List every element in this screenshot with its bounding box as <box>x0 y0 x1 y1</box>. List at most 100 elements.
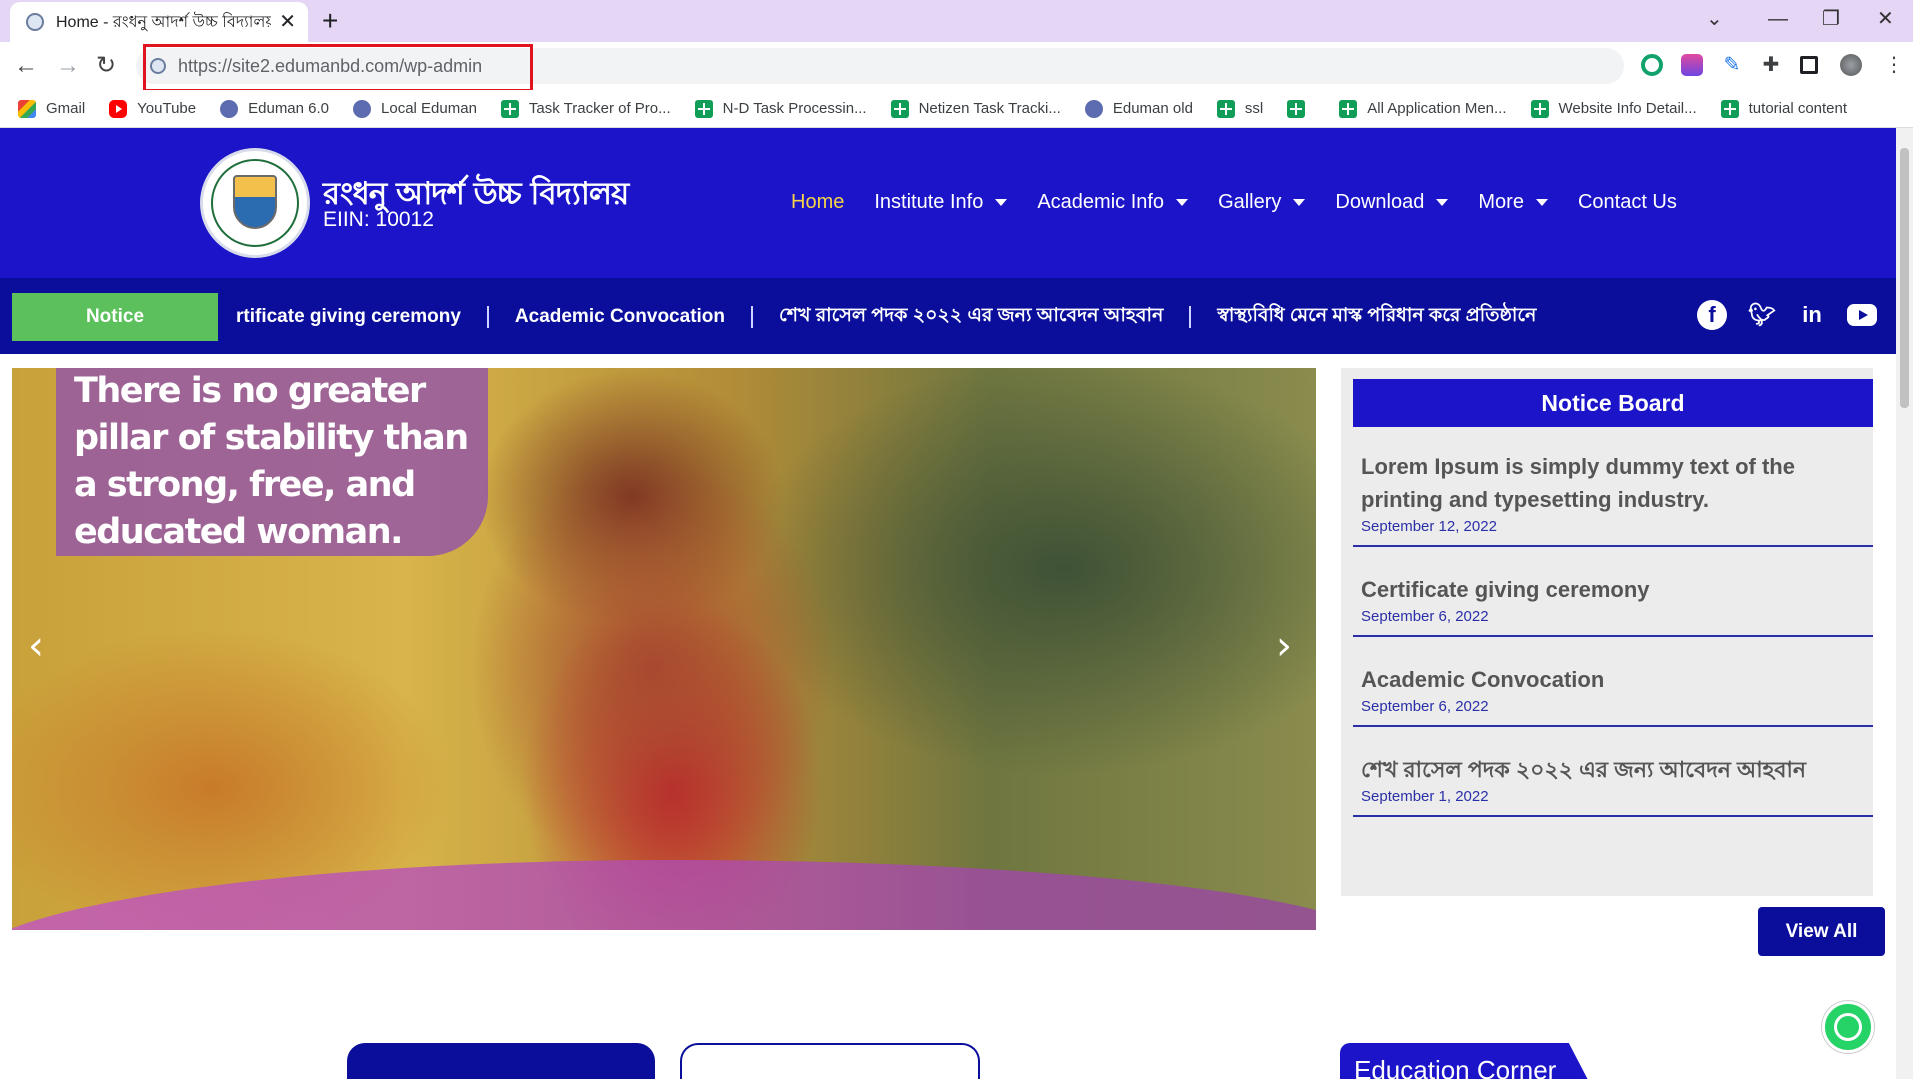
bookmark-label: Eduman old <box>1112 100 1193 117</box>
whatsapp-icon[interactable] <box>1822 1001 1874 1053</box>
twitter-icon[interactable]: 🐦︎ <box>1747 300 1777 330</box>
education-corner-heading: Education Corner <box>1340 1043 1600 1079</box>
notice-item-title[interactable]: Academic Convocation <box>1361 663 1865 696</box>
youtube-icon <box>109 99 128 118</box>
notice-item[interactable]: Academic Convocation September 6, 2022 <box>1353 657 1873 727</box>
nav-item-label: More <box>1478 191 1524 213</box>
extensions-puzzle-icon[interactable]: ✚ <box>1760 54 1782 76</box>
principal-message-card[interactable] <box>680 1043 980 1079</box>
nav-item-more[interactable]: More <box>1478 191 1548 214</box>
ticker-item[interactable]: শেখ রাসেল পদক ২০২২ এর জন্য আবেদন আহবান <box>779 301 1163 333</box>
back-icon[interactable]: ← <box>14 50 38 82</box>
bookmark-item[interactable]: YouTube <box>109 99 197 118</box>
notice-item-title[interactable]: Lorem Ipsum is simply dummy text of the … <box>1361 450 1865 516</box>
sheets-icon <box>1720 99 1739 118</box>
bookmark-label: ssl <box>1244 100 1264 117</box>
forward-icon[interactable]: → <box>56 50 80 82</box>
school-eiin: EIIN: 10012 <box>323 208 434 231</box>
url-highlight-box <box>143 44 533 92</box>
main-nav: Home Institute Info Academic Info Gallery Do… <box>791 191 1707 214</box>
notice-button[interactable]: Notice <box>12 293 218 341</box>
notice-item[interactable]: Lorem Ipsum is simply dummy text of the … <box>1353 444 1873 547</box>
bookmark-item[interactable]: tutorial content <box>1720 99 1848 118</box>
sheets-icon <box>1530 99 1549 118</box>
social-links: f 🐦︎ in <box>1697 300 1896 330</box>
minimize-button[interactable]: — <box>1768 6 1788 32</box>
notice-item-title[interactable]: শেখ রাসেল পদক ২০২২ এর জন্য আবেদন আহবান <box>1361 753 1865 786</box>
sheets-icon <box>1339 99 1358 118</box>
bookmark-item[interactable]: Eduman 6.0 <box>220 99 329 118</box>
window-close-button[interactable]: ✕ <box>1877 6 1894 32</box>
caret-down-icon <box>1535 199 1548 206</box>
hero-quote-box: There is no greater pillar of stability … <box>56 368 488 556</box>
bookmark-item[interactable]: All Application Men... <box>1339 99 1507 118</box>
scrollbar-thumb[interactable] <box>1900 148 1909 408</box>
browser-menu-icon[interactable]: ⋮ <box>1884 54 1904 76</box>
bookmark-label: All Application Men... <box>1367 100 1507 117</box>
caret-down-icon <box>1436 199 1449 206</box>
bookmark-label: Website Info Detail... <box>1558 100 1697 117</box>
notice-ticker: rtificate giving ceremony Academic Convoc… <box>236 293 1666 341</box>
view-all-button[interactable]: View All <box>1758 907 1885 956</box>
bookmark-item[interactable] <box>1287 99 1315 118</box>
nav-item-contact-us[interactable]: Contact Us <box>1578 191 1677 214</box>
color-extension-icon[interactable] <box>1681 54 1703 76</box>
notice-item-title[interactable]: Certificate giving ceremony <box>1361 573 1865 606</box>
slider-prev-icon[interactable]: ‹ <box>28 626 44 666</box>
bookmark-item[interactable]: Local Eduman <box>353 99 477 118</box>
notice-board-list: Lorem Ipsum is simply dummy text of the … <box>1353 444 1873 837</box>
restore-button[interactable]: ❐ <box>1822 6 1840 32</box>
close-tab-icon[interactable]: ✕ <box>279 12 296 32</box>
bookmark-label: YouTube <box>137 100 197 117</box>
president-message-card[interactable] <box>347 1043 655 1079</box>
slider-next-icon[interactable]: › <box>1276 626 1292 666</box>
logo-shield-icon <box>233 175 277 229</box>
page-scrollbar[interactable] <box>1896 128 1913 1079</box>
notice-item[interactable]: শেখ রাসেল পদক ২০২২ এর জন্য আবেদন আহবান Se… <box>1353 747 1873 817</box>
site-header: রংধনু আদর্শ উচ্চ বিদ্যালয় EIIN: 10012 H… <box>0 128 1896 278</box>
nav-item-label: Institute Info <box>874 191 984 213</box>
browser-tab-active[interactable]: Home - রংধনু আদর্শ উচ্চ বিদ্যালয় ✕ <box>10 2 308 42</box>
youtube-icon[interactable] <box>1847 304 1877 326</box>
nav-item-label: Download <box>1335 191 1425 213</box>
nav-item-gallery[interactable]: Gallery <box>1218 191 1306 214</box>
bookmark-label: Gmail <box>46 100 86 117</box>
nav-item-institute-info[interactable]: Institute Info <box>874 191 1008 214</box>
bookmark-label: Task Tracker of Pro... <box>528 100 671 117</box>
linkedin-icon[interactable]: in <box>1797 300 1827 330</box>
caret-down-icon <box>995 199 1008 206</box>
bookmark-item[interactable]: Website Info Detail... <box>1530 99 1697 118</box>
nav-item-home[interactable]: Home <box>791 191 844 214</box>
reload-icon[interactable]: ↻ <box>96 50 116 82</box>
bookmark-item[interactable]: ssl <box>1216 99 1264 118</box>
hero-slider[interactable]: There is no greater pillar of stability … <box>12 368 1316 930</box>
notice-item[interactable]: Certificate giving ceremony September 6, … <box>1353 567 1873 637</box>
bookmark-item[interactable]: N-D Task Processin... <box>694 99 867 118</box>
nav-item-academic-info[interactable]: Academic Info <box>1037 191 1189 214</box>
bookmark-label: Local Eduman <box>381 100 477 117</box>
grammarly-extension-icon[interactable] <box>1641 54 1663 76</box>
new-tab-button[interactable]: + <box>322 6 338 36</box>
nav-item-label: Academic Info <box>1037 191 1165 213</box>
caret-down-icon <box>1176 199 1189 206</box>
bookmark-label: tutorial content <box>1748 100 1848 117</box>
bookmark-item[interactable]: Task Tracker of Pro... <box>500 99 671 118</box>
notice-board-title: Notice Board <box>1353 379 1873 427</box>
school-logo[interactable] <box>200 148 310 258</box>
tab-search-icon[interactable]: ⌄ <box>1706 6 1723 32</box>
facebook-icon[interactable]: f <box>1697 300 1727 330</box>
nav-item-download[interactable]: Download <box>1335 191 1449 214</box>
eduman-icon <box>353 99 372 118</box>
web-page: রংধনু আদর্শ উচ্চ বিদ্যালয় EIIN: 10012 H… <box>0 128 1896 1079</box>
gmail-icon <box>18 99 36 118</box>
pen-extension-icon[interactable]: ✎ <box>1721 54 1743 76</box>
bookmark-label: Netizen Task Tracki... <box>918 100 1061 117</box>
bookmark-item[interactable]: Netizen Task Tracki... <box>890 99 1061 118</box>
side-panel-icon[interactable] <box>1800 56 1818 74</box>
bookmark-item[interactable]: Eduman old <box>1084 99 1193 118</box>
ticker-item[interactable]: rtificate giving ceremony <box>236 306 461 328</box>
bookmark-item[interactable]: Gmail <box>18 99 86 118</box>
profile-avatar[interactable] <box>1840 54 1862 76</box>
ticker-item[interactable]: Academic Convocation <box>515 306 725 328</box>
ticker-item[interactable]: স্বাস্থ্যবিধি মেনে মাস্ক পরিধান করে প্রত… <box>1217 301 1536 333</box>
